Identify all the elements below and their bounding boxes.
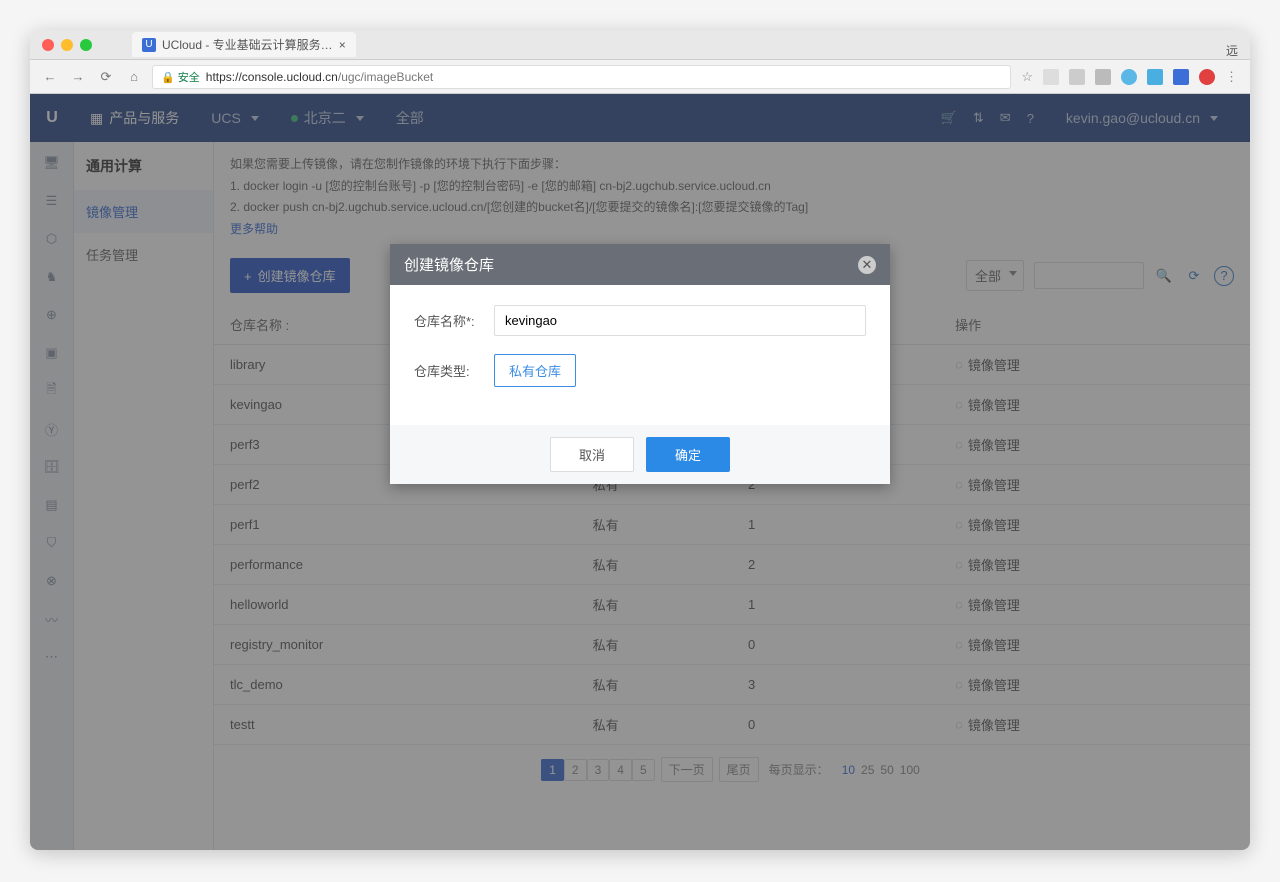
reload-icon[interactable]: ⟳: [98, 69, 114, 85]
address-bar: ← → ⟳ ⌂ 🔒 安全 https://console.ucloud.cn/u…: [30, 60, 1250, 94]
browser-frame: 远 U UCloud - 专业基础云计算服务… × ← → ⟳ ⌂ 🔒 安全 h…: [30, 30, 1250, 850]
tab-title: UCloud - 专业基础云计算服务…: [162, 36, 333, 53]
url-input[interactable]: 🔒 安全 https://console.ucloud.cn/ugc/image…: [152, 65, 1011, 89]
name-label: 仓库名称*:: [414, 311, 494, 330]
favicon-icon: U: [142, 38, 156, 52]
ext-icon[interactable]: [1043, 69, 1059, 85]
confirm-button[interactable]: 确定: [646, 437, 730, 472]
abp-icon[interactable]: [1199, 69, 1215, 85]
modal-header: 创建镜像仓库 ✕: [390, 244, 890, 285]
url-path: /ugc/imageBucket: [338, 70, 433, 84]
back-icon[interactable]: ←: [42, 69, 58, 85]
close-window-icon[interactable]: [42, 39, 54, 51]
menu-icon[interactable]: ⋮: [1225, 69, 1238, 85]
ext-icon[interactable]: [1173, 69, 1189, 85]
home-icon[interactable]: ⌂: [126, 69, 142, 85]
ext-icon[interactable]: [1069, 69, 1085, 85]
browser-tab[interactable]: U UCloud - 专业基础云计算服务… ×: [132, 32, 356, 57]
repo-name-input[interactable]: [494, 305, 866, 336]
create-repo-modal: 创建镜像仓库 ✕ 仓库名称*: 仓库类型: 私有仓库 取消 确定: [390, 244, 890, 484]
forward-icon[interactable]: →: [70, 69, 86, 85]
remote-label: 远: [1226, 42, 1238, 59]
zoom-window-icon[interactable]: [80, 39, 92, 51]
ext-icon[interactable]: [1147, 69, 1163, 85]
url-host: https://console.ucloud.cn: [206, 70, 338, 84]
extension-icons: ⋮: [1043, 69, 1238, 85]
lock-icon: 🔒 安全: [161, 69, 200, 85]
type-option-private[interactable]: 私有仓库: [494, 354, 576, 387]
modal-title: 创建镜像仓库: [404, 254, 494, 275]
window-titlebar: U UCloud - 专业基础云计算服务… ×: [30, 30, 1250, 60]
cancel-button[interactable]: 取消: [550, 437, 634, 472]
close-icon[interactable]: ✕: [858, 256, 876, 274]
minimize-window-icon[interactable]: [61, 39, 73, 51]
ext-icon[interactable]: [1095, 69, 1111, 85]
ext-icon[interactable]: [1121, 69, 1137, 85]
star-icon[interactable]: ☆: [1021, 69, 1033, 85]
tab-close-icon[interactable]: ×: [339, 38, 346, 52]
type-label: 仓库类型:: [414, 361, 494, 380]
